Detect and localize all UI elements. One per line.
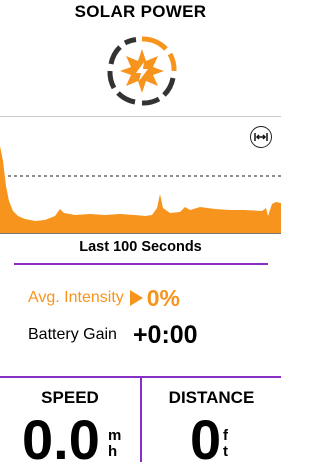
- speed-unit-bottom: h: [108, 443, 118, 460]
- distance-unit: f t: [223, 428, 228, 460]
- avg-intensity-row: Avg. Intensity 0%: [28, 284, 180, 312]
- section-divider: [14, 263, 268, 265]
- battery-gain-row: Battery Gain +0:00: [28, 320, 198, 350]
- graph-caption: Last 100 Seconds: [79, 239, 202, 255]
- battery-gain-value: +0:00: [132, 320, 198, 349]
- avg-intensity-value: 0%: [146, 284, 181, 311]
- page-title: SOLAR POWER: [74, 2, 207, 21]
- speed-value: 0.0: [22, 408, 100, 471]
- distance-label: DISTANCE: [168, 388, 255, 407]
- distance-value: 0: [190, 408, 222, 471]
- speed-unit-top: m: [108, 427, 122, 444]
- expand-horizontal-icon: [254, 133, 268, 141]
- speed-label: SPEED: [41, 388, 99, 407]
- intensity-area: [0, 146, 281, 234]
- distance-unit-bottom: t: [223, 443, 228, 460]
- speed-unit: m h: [108, 428, 121, 460]
- battery-gain-label: Battery Gain: [28, 326, 117, 343]
- sun-lightning-icon: [107, 36, 177, 106]
- solar-intensity-graph: [0, 146, 281, 234]
- graph-bottom-border: [0, 233, 281, 234]
- distance-unit-top: f: [223, 427, 228, 444]
- play-arrow-icon: [129, 290, 143, 306]
- expand-graph-button[interactable]: [250, 126, 272, 148]
- avg-intensity-label: Avg. Intensity: [28, 289, 124, 306]
